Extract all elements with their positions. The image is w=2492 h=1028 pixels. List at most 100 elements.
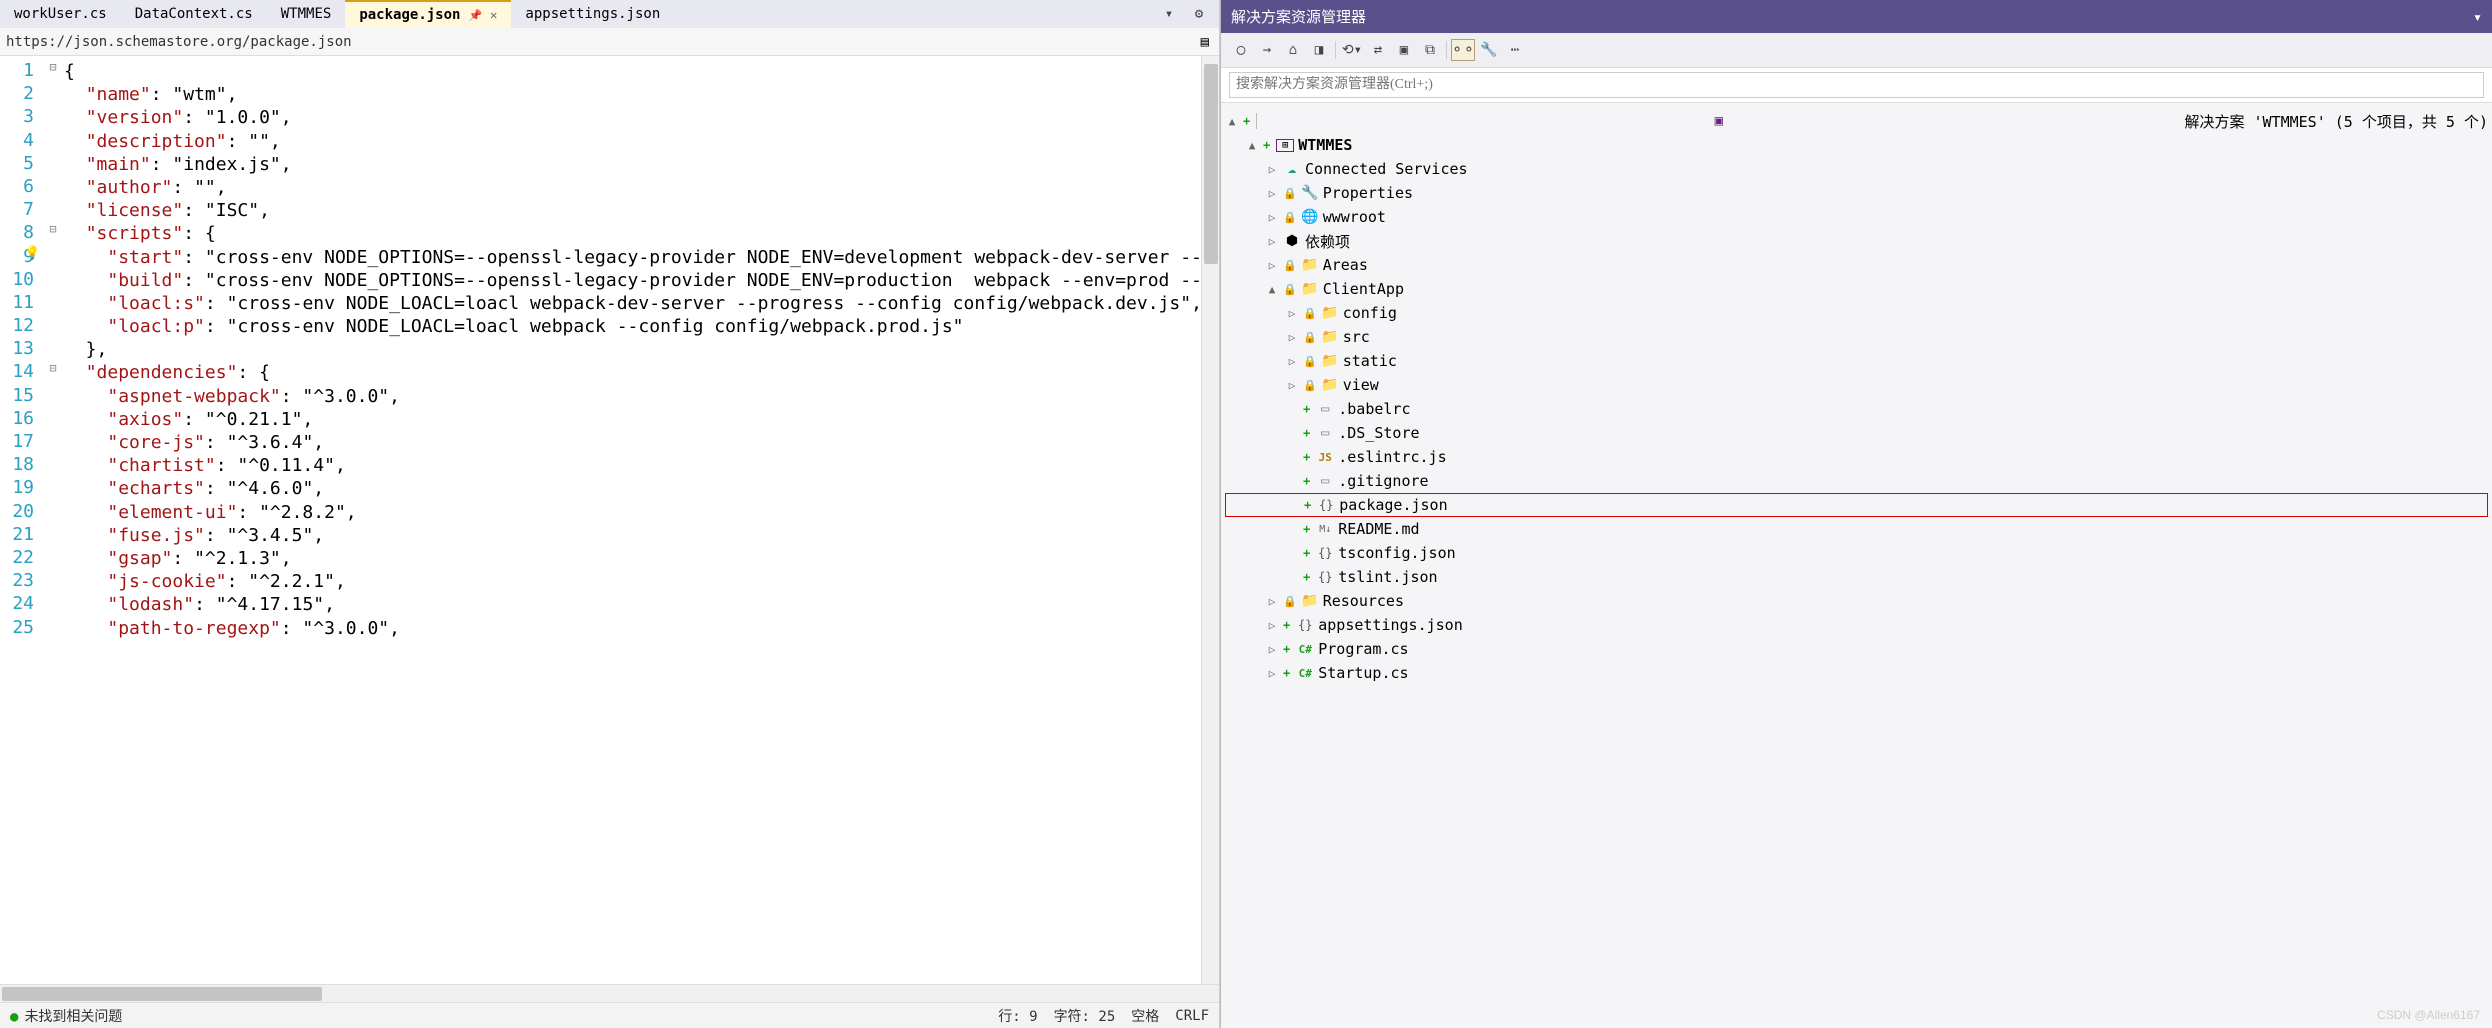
code-line[interactable]: "aspnet-webpack": "^3.0.0", xyxy=(64,385,1219,408)
tree-node-static[interactable]: ▷🔒📁static xyxy=(1225,349,2488,373)
fold-icon: 📁 xyxy=(1321,305,1339,321)
view-icon[interactable]: ⚬⚬ xyxy=(1451,39,1475,61)
code-line[interactable]: "js-cookie": "^2.2.1", xyxy=(64,570,1219,593)
tree-node--gitignore[interactable]: +▭.gitignore xyxy=(1225,469,2488,493)
gear-icon[interactable]: ⚙ xyxy=(1187,3,1211,25)
node-label: 依赖项 xyxy=(1305,231,1350,252)
cs-icon: C# xyxy=(1296,667,1314,680)
forward-icon[interactable]: → xyxy=(1255,39,1279,61)
code-line[interactable]: "echarts": "^4.6.0", xyxy=(64,477,1219,500)
code-editor[interactable]: 1234567891011121314151617181920212223242… xyxy=(0,56,1219,984)
collapse-icon[interactable]: ⧉ xyxy=(1418,39,1442,61)
fold-gutter[interactable]: ⊟⊟⊟ xyxy=(42,56,64,984)
tab-package-json[interactable]: package.json📌✕ xyxy=(345,0,511,28)
vertical-scrollbar[interactable] xyxy=(1201,56,1219,984)
fold-icon: 📁 xyxy=(1301,593,1319,609)
code-line[interactable]: "build": "cross-env NODE_OPTIONS=--opens… xyxy=(64,269,1219,292)
tree-node-appsettings-json[interactable]: ▷+{}appsettings.json xyxy=(1225,613,2488,637)
show-all-icon[interactable]: ▣ xyxy=(1392,39,1416,61)
code-line[interactable]: "loacl:p": "cross-env NODE_LOACL=loacl w… xyxy=(64,315,1219,338)
solution-tree[interactable]: ▲+▣解决方案 'WTMMES' (5 个项目，共 5 个)▲+⊞WTMMES▷… xyxy=(1221,103,2492,1028)
tree-node-tsconfig-json[interactable]: +{}tsconfig.json xyxy=(1225,541,2488,565)
home-icon[interactable]: ⌂ xyxy=(1281,39,1305,61)
node-label: .babelrc xyxy=(1338,400,1410,418)
tree-node-Program-cs[interactable]: ▷+C#Program.cs xyxy=(1225,637,2488,661)
code-line[interactable]: "description": "", xyxy=(64,130,1219,153)
json-icon: {} xyxy=(1316,546,1334,560)
code-content[interactable]: { "name": "wtm", "version": "1.0.0", "de… xyxy=(64,56,1219,984)
code-line[interactable]: "element-ui": "^2.8.2", xyxy=(64,501,1219,524)
code-line[interactable]: "start": "cross-env NODE_OPTIONS=--opens… xyxy=(64,246,1219,269)
code-line[interactable]: "name": "wtm", xyxy=(64,83,1219,106)
cursor-line[interactable]: 行: 9 xyxy=(998,1006,1037,1026)
tab-WTMMES[interactable]: WTMMES xyxy=(267,0,346,28)
tree-node-Startup-cs[interactable]: ▷+C#Startup.cs xyxy=(1225,661,2488,685)
code-line[interactable]: "core-js": "^3.6.4", xyxy=(64,431,1219,454)
back-icon[interactable]: ◯ xyxy=(1229,39,1253,61)
code-line[interactable]: "axios": "^0.21.1", xyxy=(64,408,1219,431)
tree-node-Resources[interactable]: ▷🔒📁Resources xyxy=(1225,589,2488,613)
tree-node-package-json[interactable]: +{}package.json xyxy=(1225,493,2488,517)
fold-icon: 📁 xyxy=(1321,377,1339,393)
eol-mode[interactable]: CRLF xyxy=(1175,1008,1209,1024)
code-line[interactable]: "loacl:s": "cross-env NODE_LOACL=loacl w… xyxy=(64,292,1219,315)
code-line[interactable]: "main": "index.js", xyxy=(64,153,1219,176)
search-input[interactable] xyxy=(1229,72,2484,98)
issues-status[interactable]: 未找到相关问题 xyxy=(10,1006,122,1026)
dropdown-icon[interactable]: ▾ xyxy=(1157,3,1181,25)
code-line[interactable]: "fuse.js": "^3.4.5", xyxy=(64,524,1219,547)
json-icon: {} xyxy=(1316,570,1334,584)
code-line[interactable]: }, xyxy=(64,338,1219,361)
scroll-thumb[interactable] xyxy=(2,987,322,1001)
node-label: wwwroot xyxy=(1323,208,1386,226)
tree-node--DS_Store[interactable]: +▭.DS_Store xyxy=(1225,421,2488,445)
tree-node-config[interactable]: ▷🔒📁config xyxy=(1225,301,2488,325)
tab-workUser-cs[interactable]: workUser.cs xyxy=(0,0,121,28)
swap-icon[interactable]: ⇄ xyxy=(1366,39,1390,61)
horizontal-scrollbar[interactable] xyxy=(0,984,1219,1002)
watermark: CSDN @Allen6167 xyxy=(2377,1008,2480,1022)
dropdown-icon[interactable]: ▾ xyxy=(2473,8,2482,26)
code-line[interactable]: "scripts": { xyxy=(64,222,1219,245)
code-line[interactable]: { xyxy=(64,60,1219,83)
code-line[interactable]: "license": "ISC", xyxy=(64,199,1219,222)
tree-node-ClientApp[interactable]: ▲🔒📁ClientApp xyxy=(1225,277,2488,301)
tree-node-Properties[interactable]: ▷🔒🔧Properties xyxy=(1225,181,2488,205)
node-label: README.md xyxy=(1338,520,1419,538)
pkg-icon: ⬢ xyxy=(1283,233,1301,249)
md-icon: M↓ xyxy=(1316,524,1334,535)
code-line[interactable]: "version": "1.0.0", xyxy=(64,106,1219,129)
code-line[interactable]: "author": "", xyxy=(64,176,1219,199)
properties-icon[interactable]: 🔧 xyxy=(1477,39,1501,61)
code-line[interactable]: "gsap": "^2.1.3", xyxy=(64,547,1219,570)
tree-node-tslint-json[interactable]: +{}tslint.json xyxy=(1225,565,2488,589)
tree-node-Connected-Services[interactable]: ▷☁Connected Services xyxy=(1225,157,2488,181)
close-icon[interactable]: ✕ xyxy=(490,8,497,22)
pin-icon[interactable]: 📌 xyxy=(468,9,482,22)
tree-node--eslintrc-js[interactable]: +JS.eslintrc.js xyxy=(1225,445,2488,469)
tree-node--[interactable]: ▷⬢依赖项 xyxy=(1225,229,2488,253)
tab-DataContext-cs[interactable]: DataContext.cs xyxy=(121,0,267,28)
history-icon[interactable]: ⟲▾ xyxy=(1340,39,1364,61)
tree-node--babelrc[interactable]: +▭.babelrc xyxy=(1225,397,2488,421)
scroll-thumb[interactable] xyxy=(1204,64,1218,264)
tree-node-view[interactable]: ▷🔒📁view xyxy=(1225,373,2488,397)
tree-node-src[interactable]: ▷🔒📁src xyxy=(1225,325,2488,349)
code-line[interactable]: "lodash": "^4.17.15", xyxy=(64,593,1219,616)
cs-icon: C# xyxy=(1296,643,1314,656)
tree-node-solution-root[interactable]: ▲+▣解决方案 'WTMMES' (5 个项目，共 5 个) xyxy=(1225,109,2488,133)
nav-url[interactable]: https://json.schemastore.org/package.jso… xyxy=(6,34,1197,50)
tree-node-README-md[interactable]: +M↓README.md xyxy=(1225,517,2488,541)
tree-node-wwwroot[interactable]: ▷🔒🌐wwwroot xyxy=(1225,205,2488,229)
sync-icon[interactable]: ◨ xyxy=(1307,39,1331,61)
code-line[interactable]: "chartist": "^0.11.4", xyxy=(64,454,1219,477)
cursor-col[interactable]: 字符: 25 xyxy=(1054,1006,1116,1026)
tree-node-Areas[interactable]: ▷🔒📁Areas xyxy=(1225,253,2488,277)
more-icon[interactable]: ⋯ xyxy=(1503,39,1527,61)
indent-mode[interactable]: 空格 xyxy=(1131,1006,1159,1026)
code-line[interactable]: "path-to-regexp": "^3.0.0", xyxy=(64,617,1219,640)
tab-appsettings-json[interactable]: appsettings.json xyxy=(511,0,674,28)
code-line[interactable]: "dependencies": { xyxy=(64,361,1219,384)
split-icon[interactable]: ▤ xyxy=(1197,34,1213,50)
tree-node-project[interactable]: ▲+⊞WTMMES xyxy=(1225,133,2488,157)
